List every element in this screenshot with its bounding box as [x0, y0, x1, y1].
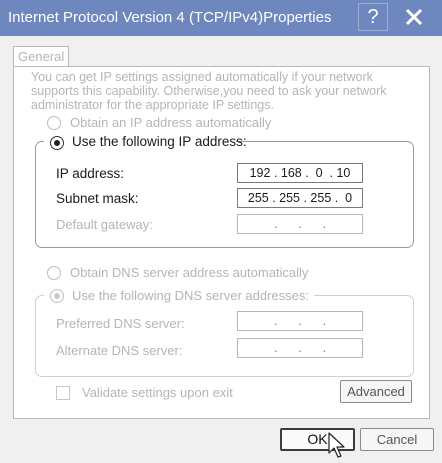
preferred-dns-label: Preferred DNS server:: [56, 316, 185, 331]
description-text: You can get IP settings assigned automat…: [31, 70, 387, 112]
obtain-dns-auto-radio[interactable]: [47, 266, 61, 280]
use-following-dns-label: Use the following DNS server addresses:: [72, 288, 309, 303]
obtain-dns-auto-label: Obtain DNS server address automatically: [70, 265, 309, 280]
dns-settings-group: [35, 295, 414, 377]
default-gateway-label: Default gateway:: [56, 217, 153, 232]
alternate-dns-input[interactable]: . . .: [237, 338, 363, 358]
subnet-mask-input[interactable]: 255 . 255 . 255 . 0: [237, 188, 363, 208]
use-following-dns-radio[interactable]: [50, 289, 64, 303]
validate-label: Validate settings upon exit: [82, 385, 233, 400]
alternate-dns-label: Alternate DNS server:: [56, 343, 183, 358]
properties-dialog: Internet Protocol Version 4 (TCP/IPv4)Pr…: [0, 0, 442, 463]
obtain-ip-auto-label: Obtain an IP address automatically: [70, 115, 272, 130]
ip-address-label: IP address:: [56, 166, 125, 181]
tab-general[interactable]: General: [13, 46, 69, 67]
window-title: Internet Protocol Version 4 (TCP/IPv4)Pr…: [8, 9, 332, 26]
cancel-button[interactable]: Cancel: [360, 428, 434, 451]
dns-legend: Use the following DNS server addresses:: [44, 288, 314, 304]
title-bar: Internet Protocol Version 4 (TCP/IPv4)Pr…: [0, 0, 442, 36]
default-gateway-input[interactable]: . . .: [237, 214, 363, 234]
advanced-button[interactable]: Advanced: [340, 380, 412, 403]
ip-legend: Use the following IP address:: [44, 134, 247, 150]
obtain-ip-auto-radio[interactable]: [47, 116, 61, 130]
close-button[interactable]: [390, 3, 438, 31]
validate-checkbox[interactable]: [56, 386, 70, 400]
use-following-ip-label: Use the following IP address:: [72, 134, 247, 149]
help-button[interactable]: ?: [358, 3, 388, 31]
ip-address-input[interactable]: 192 . 168 . 0 . 10: [237, 163, 363, 183]
close-icon: [405, 8, 423, 26]
use-following-ip-radio[interactable]: [50, 136, 64, 150]
preferred-dns-input[interactable]: . . .: [237, 311, 363, 331]
subnet-mask-label: Subnet mask:: [56, 191, 139, 206]
mouse-pointer-icon: [328, 432, 345, 458]
